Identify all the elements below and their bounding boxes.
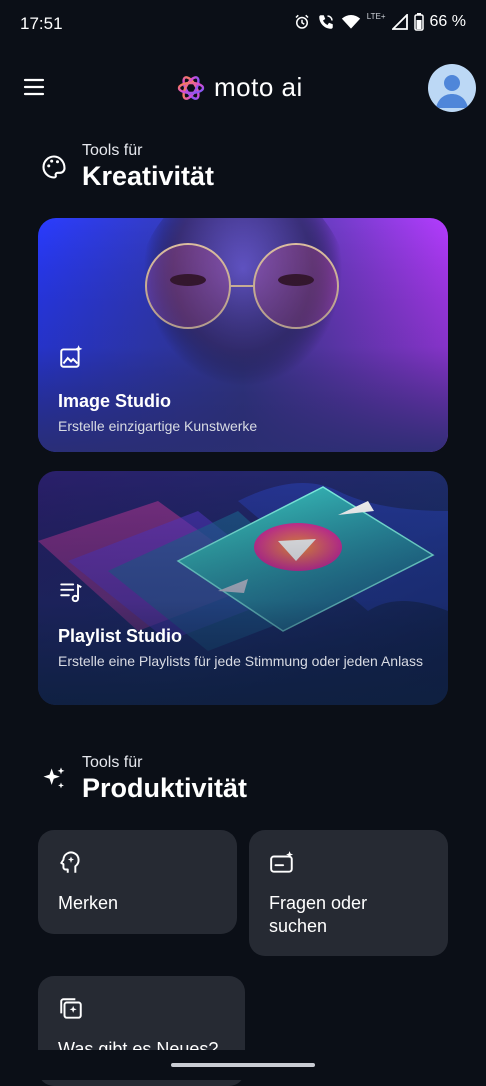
section-title: Kreativität	[82, 161, 215, 191]
image-studio-subtitle: Erstelle einzigartige Kunstwerke	[58, 418, 258, 434]
section-eyebrow: Tools für	[82, 754, 143, 771]
section-title: Produktivität	[82, 773, 248, 803]
remember-tile[interactable]: Merken	[38, 830, 237, 934]
status-bar: 17:51 LTE+ 66 %	[0, 0, 486, 50]
productivity-section-header: Tools für Produktivität	[40, 754, 247, 804]
sparkles-icon	[43, 767, 65, 789]
gesture-nav-handle[interactable]	[171, 1063, 315, 1067]
app-bar: moto ai	[0, 60, 486, 116]
playlist-studio-title: Playlist Studio	[58, 626, 183, 646]
image-studio-title: Image Studio	[58, 391, 172, 411]
logo-text: moto ai	[214, 72, 303, 102]
hamburger-menu-icon[interactable]	[22, 75, 46, 99]
playlist-studio-content: Playlist Studio Erstelle eine Playlists …	[58, 579, 428, 670]
playlist-studio-subtitle: Erstelle eine Playlists für jede Stimmun…	[58, 653, 423, 669]
signal-icon	[391, 14, 408, 30]
image-studio-card[interactable]: Image Studio Erstelle einzigartige Kunst…	[38, 218, 448, 452]
status-icons: LTE+ 66 %	[293, 11, 466, 31]
user-avatar[interactable]	[428, 64, 476, 112]
music-list-icon	[60, 583, 82, 603]
playlist-studio-card[interactable]: Playlist Studio Erstelle eine Playlists …	[38, 471, 448, 705]
ask-search-tile[interactable]: Fragen oder suchen	[249, 830, 448, 956]
image-sparkle-icon	[60, 345, 83, 368]
search-sparkle-icon	[270, 851, 294, 873]
palette-icon	[42, 155, 66, 179]
ask-search-label: Fragen oder suchen	[269, 893, 368, 936]
alarm-icon	[295, 14, 309, 29]
app-logo: moto ai	[176, 72, 303, 103]
image-studio-content: Image Studio Erstelle einzigartige Kunst…	[58, 344, 428, 435]
creativity-section-header: Tools für Kreativität	[40, 142, 214, 192]
stacked-sparkle-icon	[60, 998, 82, 1019]
section-eyebrow: Tools für	[82, 142, 143, 159]
moto-ai-logo-icon	[177, 75, 205, 100]
wifi-call-icon	[319, 15, 333, 29]
battery-icon	[413, 13, 424, 31]
battery-percent: 66 %	[429, 13, 466, 30]
status-time: 17:51	[20, 14, 63, 33]
network-type: LTE+	[366, 11, 386, 21]
remember-label: Merken	[58, 893, 119, 913]
wifi-icon	[341, 15, 360, 29]
head-idea-icon	[60, 851, 80, 873]
